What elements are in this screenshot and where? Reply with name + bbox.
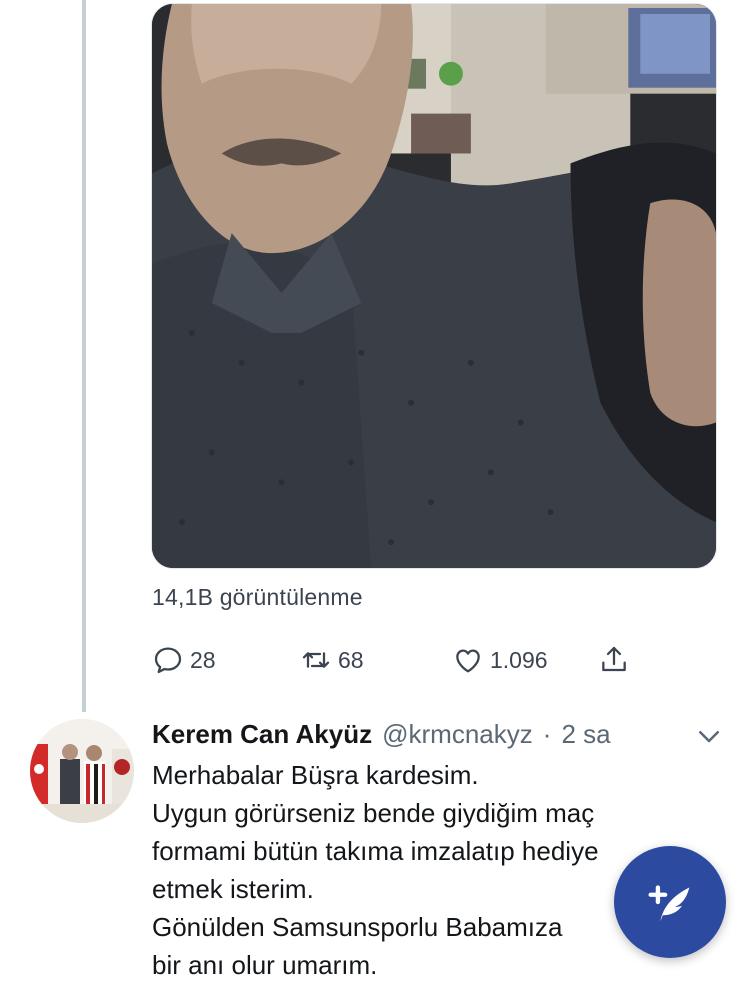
- retweet-button[interactable]: 68: [300, 640, 364, 680]
- compose-tweet-icon: [648, 885, 690, 922]
- reply-count: 28: [190, 646, 216, 673]
- tweet-text-line: Uygun görürseniz bende giydiğim maç: [152, 798, 595, 828]
- view-count: 14,1B görüntülenme: [152, 584, 363, 610]
- heart-icon: [456, 649, 480, 673]
- tweet-text-line: Merhabalar Büşra kardesim.: [152, 760, 479, 790]
- compose-tweet-button[interactable]: [614, 846, 726, 958]
- reply-tweet-header: Kerem Can Akyüz @krmcnakyz · 2 sa: [152, 717, 611, 751]
- separator-dot: ·: [542, 718, 552, 749]
- reply-icon: [154, 647, 182, 674]
- tweet-time[interactable]: 2 sa: [561, 719, 610, 750]
- share-button[interactable]: [598, 640, 630, 680]
- thread-line: [82, 0, 86, 712]
- tweet-video[interactable]: [151, 3, 717, 569]
- tweet-thread: 14,1B görüntülenme 28 68 1.096 Kerem Can…: [0, 0, 750, 982]
- reply-button[interactable]: 28: [152, 640, 216, 680]
- like-count: 1.096: [490, 646, 548, 673]
- retweet-icon: [302, 652, 330, 668]
- author-name[interactable]: Kerem Can Akyüz: [152, 719, 372, 750]
- avatar-photo: [30, 719, 134, 823]
- like-button[interactable]: 1.096: [452, 640, 548, 680]
- retweet-count: 68: [338, 646, 364, 673]
- author-handle[interactable]: @krmcnakyz: [382, 719, 533, 750]
- tweet-actions: 28 68 1.096: [152, 640, 652, 680]
- video-frame: [152, 4, 716, 568]
- share-icon: [602, 646, 626, 672]
- chevron-down-icon[interactable]: [694, 721, 724, 751]
- tweet-text-line: bir anı olur umarım.: [152, 950, 378, 980]
- avatar[interactable]: [30, 719, 134, 823]
